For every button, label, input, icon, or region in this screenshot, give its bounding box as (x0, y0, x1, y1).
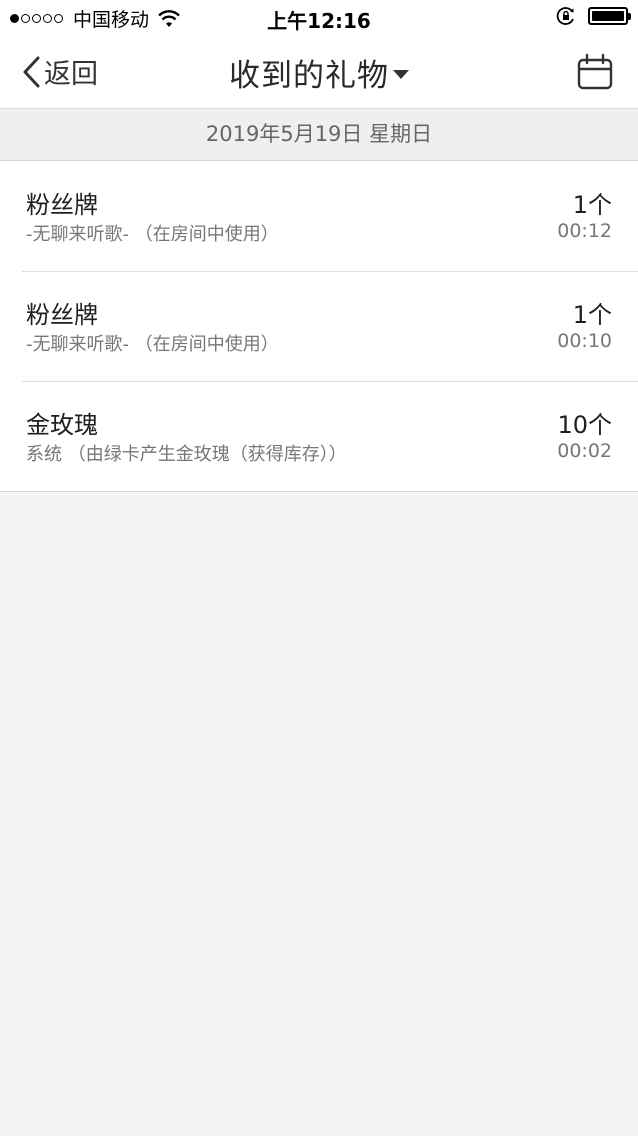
gift-count: 1个 (572, 191, 612, 219)
gift-detail: 系统 （由绿卡产生金玫瑰（获得库存）） (26, 444, 347, 465)
title-dropdown[interactable]: 收到的礼物 (229, 50, 409, 95)
gift-name: 粉丝牌 (26, 191, 98, 219)
status-right (556, 6, 631, 26)
gift-list: 粉丝牌 -无聊来听歌- （在房间中使用） 1个 00:12 粉丝牌 -无聊来听歌… (0, 161, 638, 492)
caret-down-icon (393, 70, 409, 79)
date-section-header: 2019年5月19日 星期日 (0, 109, 638, 161)
gift-name: 粉丝牌 (26, 301, 98, 329)
gift-count: 1个 (572, 301, 612, 329)
gift-time: 00:12 (557, 220, 612, 242)
navigation-bar: 返回 收到的礼物 (0, 36, 638, 109)
status-bar: 中国移动 上午12:16 (0, 0, 638, 36)
rotation-lock-icon (556, 7, 574, 25)
gift-time: 00:10 (557, 330, 612, 352)
gift-time: 00:02 (557, 440, 612, 462)
gift-detail: -无聊来听歌- （在房间中使用） (26, 224, 279, 245)
gift-name: 金玫瑰 (26, 411, 98, 439)
nav-title-container: 收到的礼物 (0, 50, 638, 95)
gift-row[interactable]: 粉丝牌 -无聊来听歌- （在房间中使用） 1个 00:12 (0, 161, 638, 271)
battery-icon (588, 7, 631, 25)
page-title: 收到的礼物 (229, 58, 389, 94)
calendar-icon[interactable] (576, 52, 614, 92)
status-time: 上午12:16 (267, 9, 371, 33)
gift-count: 10个 (557, 411, 612, 439)
gift-row[interactable]: 金玫瑰 系统 （由绿卡产生金玫瑰（获得库存）） 10个 00:02 (0, 381, 638, 491)
gift-detail: -无聊来听歌- （在房间中使用） (26, 334, 279, 355)
gift-row[interactable]: 粉丝牌 -无聊来听歌- （在房间中使用） 1个 00:10 (0, 271, 638, 381)
